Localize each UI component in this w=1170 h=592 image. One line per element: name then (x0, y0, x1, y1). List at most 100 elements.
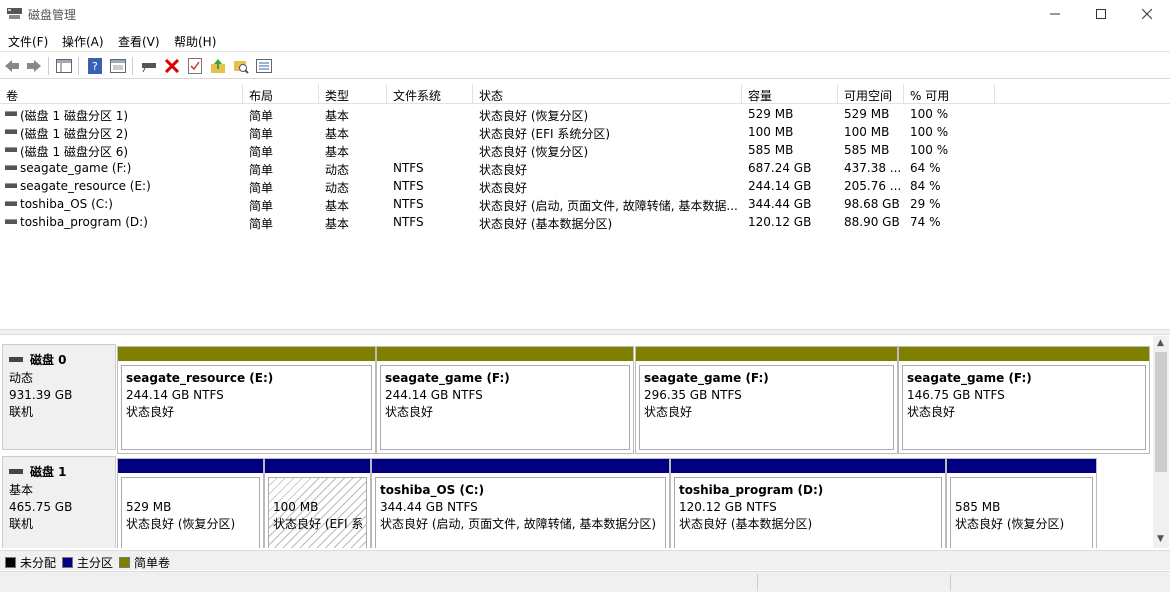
partition-status: 状态良好 (恢复分区) (955, 517, 1065, 531)
forward-button[interactable] (24, 56, 44, 76)
disk-map-scrollbar[interactable]: ▲ ▼ (1153, 336, 1169, 548)
delete-button[interactable] (162, 56, 182, 76)
partition-size: 146.75 GB NTFS (907, 388, 1005, 402)
column-header-type[interactable]: 类型 (319, 84, 387, 104)
disk-0-size: 931.39 GB (9, 388, 73, 402)
menu-bar: 文件(F) 操作(A) 查看(V) 帮助(H) (0, 29, 1170, 52)
volume-cell-status: 状态良好 (479, 181, 528, 195)
disk-management-app-icon (7, 8, 22, 19)
volume-cell-type: 基本 (325, 199, 350, 213)
scroll-thumb[interactable] (1155, 352, 1167, 472)
partition-status: 状态良好 (启动, 页面文件, 故障转储, 基本数据分区) (380, 517, 657, 531)
volume-cell-capacity: 529 MB (748, 107, 794, 121)
volume-cell-capacity: 120.12 GB (748, 215, 812, 229)
scroll-up-arrow-icon[interactable]: ▲ (1157, 338, 1165, 348)
volume-row[interactable]: toshiba_OS (C:) 简单 基本 NTFS 状态良好 (启动, 页面文件, 故… (0, 195, 1170, 213)
partition-block[interactable]: toshiba_program (D:) 120.12 GB NTFS 状态良好 (… (670, 458, 946, 548)
minimize-button[interactable] (1032, 0, 1078, 28)
search-folder-icon (234, 61, 249, 74)
partition-status: 状态良好 (基本数据分区) (679, 517, 813, 531)
export-button[interactable] (208, 56, 228, 76)
disk-1-info[interactable]: 磁盘 1 基本 465.75 GB 联机 (2, 456, 116, 548)
volume-cell-status: 状态良好 (启动, 页面文件, 故障转储, 基本数据... (479, 199, 738, 213)
search-button[interactable] (231, 56, 251, 76)
disk-icon (9, 469, 23, 474)
column-header-free-space[interactable]: 可用空间 (838, 84, 904, 104)
minimize-icon (1050, 13, 1060, 15)
menu-file[interactable]: 文件(F) (8, 33, 48, 50)
partition-details: seagate_game (F:) 296.35 GB NTFS 状态良好 (639, 365, 894, 450)
partition-block[interactable]: 585 MB 状态良好 (恢复分区) (946, 458, 1097, 548)
menu-view[interactable]: 查看(V) (118, 33, 160, 50)
partition-block[interactable]: seagate_resource (E:) 244.14 GB NTFS 状态良好 (117, 346, 376, 454)
partition-block[interactable]: seagate_game (F:) 244.14 GB NTFS 状态良好 (376, 346, 634, 454)
partition-details: 100 MB 状态良好 (EFI 系统 (268, 477, 367, 548)
scroll-down-arrow-icon[interactable]: ▼ (1157, 534, 1165, 544)
partition-color-bar (899, 347, 1149, 361)
partition-title: seagate_game (F:) (907, 371, 1032, 385)
column-header-filesystem[interactable]: 文件系统 (387, 84, 473, 104)
window-title: 磁盘管理 (28, 8, 77, 22)
column-header-capacity[interactable]: 容量 (742, 84, 838, 104)
partition-color-bar (636, 347, 897, 361)
volume-row[interactable]: (磁盘 1 磁盘分区 1) 简单 基本 状态良好 (恢复分区) 529 MB 529 MB… (0, 105, 1170, 123)
back-button[interactable] (2, 56, 22, 76)
status-separator (950, 574, 951, 591)
volume-cell-type: 基本 (325, 109, 350, 123)
column-header-status[interactable]: 状态 (473, 84, 742, 104)
properties-icon (110, 59, 126, 73)
console-tree-icon (56, 59, 72, 73)
volume-row[interactable]: (磁盘 1 磁盘分区 2) 简单 基本 状态良好 (EFI 系统分区) 100 MB 10… (0, 123, 1170, 141)
volume-cell-pct: 100 % (910, 107, 949, 121)
partition-color-bar (671, 459, 945, 473)
partition-block[interactable]: seagate_game (F:) 146.75 GB NTFS 状态良好 (898, 346, 1150, 454)
volume-row[interactable]: seagate_resource (E:) 简单 动态 NTFS 状态良好 244.14 … (0, 177, 1170, 195)
volume-cell-type: 动态 (325, 181, 350, 195)
menu-help[interactable]: 帮助(H) (174, 33, 216, 50)
maximize-button[interactable] (1078, 0, 1124, 28)
volume-icon (5, 183, 17, 188)
partition-block[interactable]: seagate_game (F:) 296.35 GB NTFS 状态良好 (635, 346, 898, 454)
partition-color-bar (377, 347, 633, 361)
disk-0-info[interactable]: 磁盘 0 动态 931.39 GB 联机 (2, 344, 116, 450)
partition-status: 状态良好 (恢复分区) (126, 517, 236, 531)
settings-button[interactable] (254, 56, 274, 76)
partition-title: seagate_game (F:) (644, 371, 769, 385)
help-button[interactable]: ? (85, 56, 105, 76)
column-header-percent-free[interactable]: % 可用 (904, 84, 995, 104)
volume-cell-free: 437.38 ... (844, 161, 902, 175)
column-header-layout[interactable]: 布局 (243, 84, 319, 104)
volume-cell-free: 100 MB (844, 125, 890, 139)
menu-action[interactable]: 操作(A) (62, 33, 104, 50)
volume-row[interactable]: toshiba_program (D:) 简单 基本 NTFS 状态良好 (基本数据分区… (0, 213, 1170, 231)
partition-title: toshiba_program (D:) (679, 483, 824, 497)
volume-list: 卷 布局 类型 文件系统 状态 容量 可用空间 % 可用 (磁盘 1 磁盘分区 … (0, 84, 1170, 328)
partition-block[interactable]: 529 MB 状态良好 (恢复分区) (117, 458, 264, 548)
volume-cell-name: toshiba_OS (C:) (20, 197, 113, 211)
partition-color-bar (947, 459, 1096, 473)
console-tree-button[interactable] (54, 56, 74, 76)
partition-block[interactable]: toshiba_OS (C:) 344.44 GB NTFS 状态良好 (启动, 页… (371, 458, 670, 548)
pane-splitter[interactable] (0, 329, 1170, 335)
partition-block[interactable]: 100 MB 状态良好 (EFI 系统 (264, 458, 371, 548)
properties-button[interactable] (108, 56, 128, 76)
partition-color-bar (118, 459, 263, 473)
maximize-icon (1096, 9, 1106, 19)
volume-cell-capacity: 344.44 GB (748, 197, 812, 211)
partition-details: 585 MB 状态良好 (恢复分区) (950, 477, 1093, 548)
connect-button[interactable] (139, 56, 159, 76)
partition-status: 状态良好 (EFI 系统 (273, 517, 362, 531)
legend-swatch (119, 557, 130, 568)
check-button[interactable] (185, 56, 205, 76)
partition-details: seagate_resource (E:) 244.14 GB NTFS 状态良好 (121, 365, 372, 450)
svg-text:?: ? (92, 60, 98, 73)
partition-color-bar (118, 347, 375, 361)
column-header-volume[interactable]: 卷 (0, 84, 243, 104)
partition-status: 状态良好 (126, 405, 175, 419)
partition-size: 120.12 GB NTFS (679, 500, 777, 514)
close-button[interactable] (1124, 0, 1170, 28)
volume-row[interactable]: (磁盘 1 磁盘分区 6) 简单 基本 状态良好 (恢复分区) 585 MB 585 MB… (0, 141, 1170, 159)
volume-cell-type: 动态 (325, 163, 350, 177)
volume-row[interactable]: seagate_game (F:) 简单 动态 NTFS 状态良好 687.24 GB 43… (0, 159, 1170, 177)
volume-icon (5, 201, 17, 206)
